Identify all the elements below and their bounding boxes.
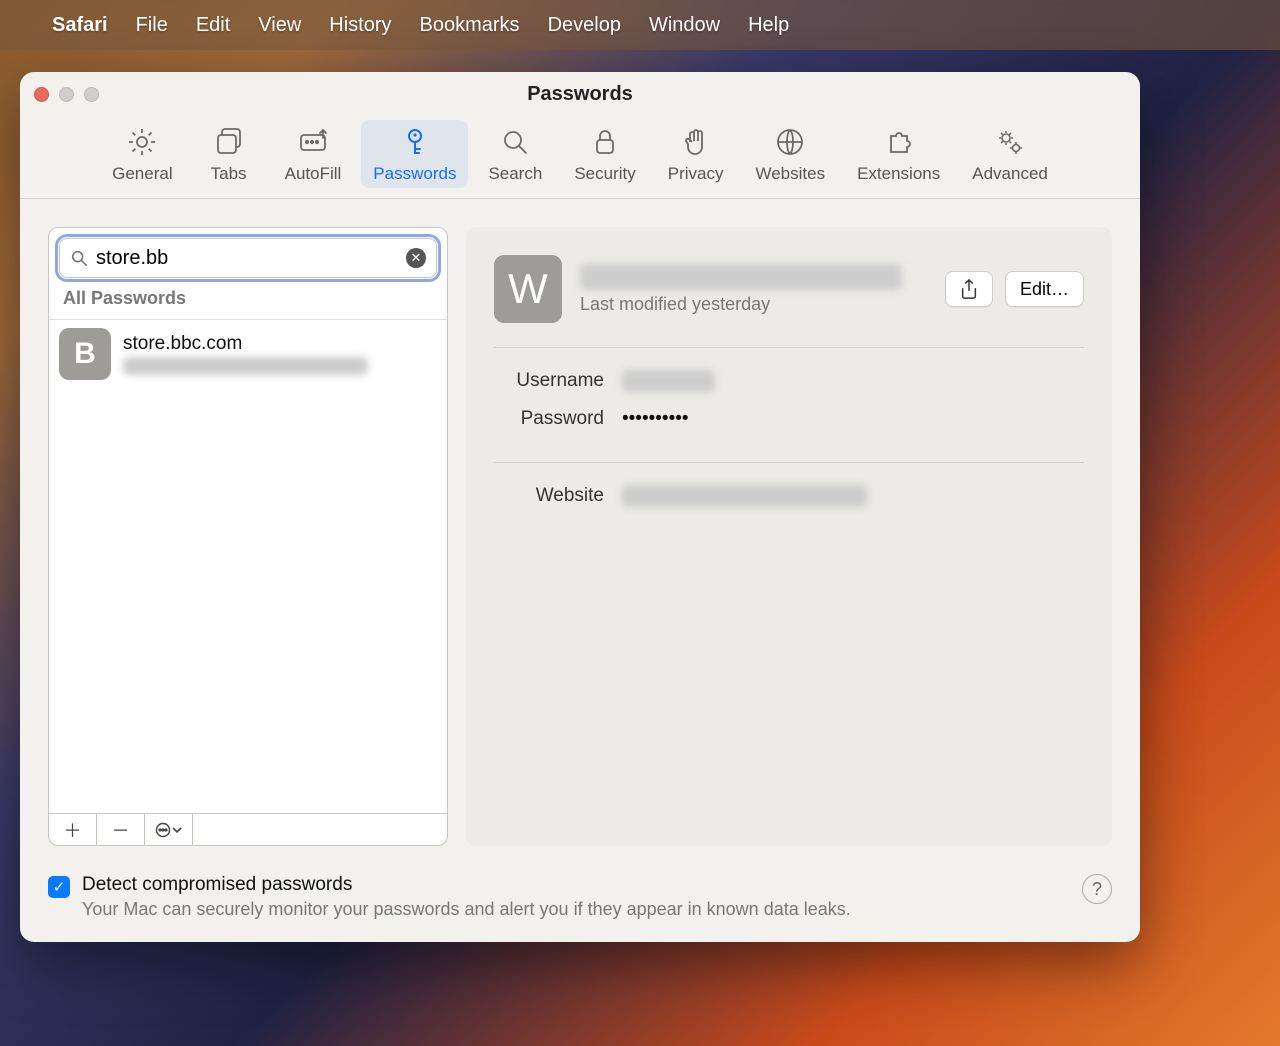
body: ✕ All Passwords B store.bbc.com redacted… [20, 199, 1140, 874]
tabs-icon [213, 126, 245, 158]
menu-bookmarks[interactable]: Bookmarks [420, 14, 520, 37]
zoom-window-button[interactable] [84, 87, 99, 102]
footer-spacer [193, 814, 447, 845]
username-label: Username [494, 370, 604, 392]
website-value-redacted[interactable]: redacted website domain xxx [622, 485, 867, 507]
clear-search-button[interactable]: ✕ [406, 248, 426, 268]
tab-label: Extensions [857, 164, 940, 184]
tab-autofill[interactable]: AutoFill [273, 120, 354, 188]
more-actions-button[interactable] [145, 814, 193, 845]
tab-passwords[interactable]: Passwords [361, 120, 468, 188]
lock-icon [589, 126, 621, 158]
tab-websites[interactable]: Websites [743, 120, 837, 188]
window-title: Passwords [20, 83, 1140, 106]
detail-site-icon: W [494, 255, 562, 323]
password-list-panel: ✕ All Passwords B store.bbc.com redacted… [48, 227, 448, 846]
tab-tabs[interactable]: Tabs [193, 120, 265, 188]
password-row: Password •••••••••• [494, 400, 1084, 438]
list-header: All Passwords [49, 288, 447, 320]
last-modified: Last modified yesterday [580, 294, 902, 315]
ellipsis-icon [155, 822, 171, 838]
separator [494, 347, 1084, 348]
menu-view[interactable]: View [258, 14, 301, 37]
separator [494, 462, 1084, 463]
edit-button[interactable]: Edit… [1005, 271, 1084, 307]
add-password-button[interactable]: ＋ [49, 814, 97, 845]
menu-history[interactable]: History [329, 14, 391, 37]
footer: ✓ Detect compromised passwords Your Mac … [20, 874, 1140, 942]
chevron-down-icon [171, 824, 183, 836]
tab-label: Passwords [373, 164, 456, 184]
gear-icon [126, 126, 158, 158]
site-icon: B [59, 328, 111, 380]
menu-develop[interactable]: Develop [548, 14, 621, 37]
puzzle-icon [883, 126, 915, 158]
menu-file[interactable]: File [136, 14, 168, 37]
menu-edit[interactable]: Edit [196, 14, 230, 37]
menu-window[interactable]: Window [649, 14, 720, 37]
tab-advanced[interactable]: Advanced [960, 120, 1060, 188]
hand-icon [680, 126, 712, 158]
password-label: Password [494, 408, 604, 430]
website-label: Website [494, 485, 604, 507]
username-row: Username redactedxx [494, 362, 1084, 400]
close-window-button[interactable] [34, 87, 49, 102]
menu-help[interactable]: Help [748, 14, 789, 37]
row-username-redacted: redacted username value here xxx [123, 357, 368, 375]
remove-password-button[interactable]: － [97, 814, 145, 845]
password-detail-panel: W redacted site title xxxxxxxxxxx Last m… [466, 227, 1112, 846]
detect-compromised-checkbox[interactable]: ✓ [48, 876, 70, 898]
website-row: Website redacted website domain xxx [494, 477, 1084, 515]
checkbox-label: Detect compromised passwords [82, 874, 851, 896]
preferences-toolbar: General Tabs AutoFill Passwords Search S… [20, 116, 1140, 199]
checkbox-subtext: Your Mac can securely monitor your passw… [82, 899, 851, 920]
tab-privacy[interactable]: Privacy [656, 120, 736, 188]
tab-label: Privacy [668, 164, 724, 184]
password-list: B store.bbc.com redacted username value … [49, 320, 447, 813]
search-input[interactable] [96, 247, 398, 270]
tab-label: General [112, 164, 172, 184]
tab-general[interactable]: General [100, 120, 184, 188]
tab-extensions[interactable]: Extensions [845, 120, 952, 188]
password-value[interactable]: •••••••••• [622, 408, 689, 430]
share-icon [959, 278, 979, 300]
tab-security[interactable]: Security [562, 120, 647, 188]
traffic-lights [34, 87, 99, 102]
preferences-window: Passwords General Tabs AutoFill Password… [20, 72, 1140, 942]
help-button[interactable]: ? [1082, 874, 1112, 904]
gears-icon [994, 126, 1026, 158]
detail-title-redacted: redacted site title xxxxxxxxxxx [580, 264, 902, 290]
minimize-window-button[interactable] [59, 87, 74, 102]
titlebar: Passwords [20, 72, 1140, 116]
autofill-icon [297, 126, 329, 158]
tab-label: Websites [755, 164, 825, 184]
menubar: Safari File Edit View History Bookmarks … [0, 0, 1280, 50]
tab-label: Security [574, 164, 635, 184]
tab-label: AutoFill [285, 164, 342, 184]
globe-icon [774, 126, 806, 158]
search-icon [70, 249, 88, 267]
menu-app[interactable]: Safari [52, 14, 108, 37]
search-field[interactable]: ✕ [59, 238, 437, 278]
tab-label: Search [488, 164, 542, 184]
tab-label: Tabs [211, 164, 247, 184]
tab-search[interactable]: Search [476, 120, 554, 188]
tab-label: Advanced [972, 164, 1048, 184]
password-row[interactable]: B store.bbc.com redacted username value … [49, 320, 447, 388]
key-icon [399, 126, 431, 158]
share-button[interactable] [945, 271, 993, 307]
search-icon [499, 126, 531, 158]
list-footer: ＋ － [49, 813, 447, 845]
site-name: store.bbc.com [123, 333, 368, 355]
username-value-redacted[interactable]: redactedxx [622, 370, 715, 392]
